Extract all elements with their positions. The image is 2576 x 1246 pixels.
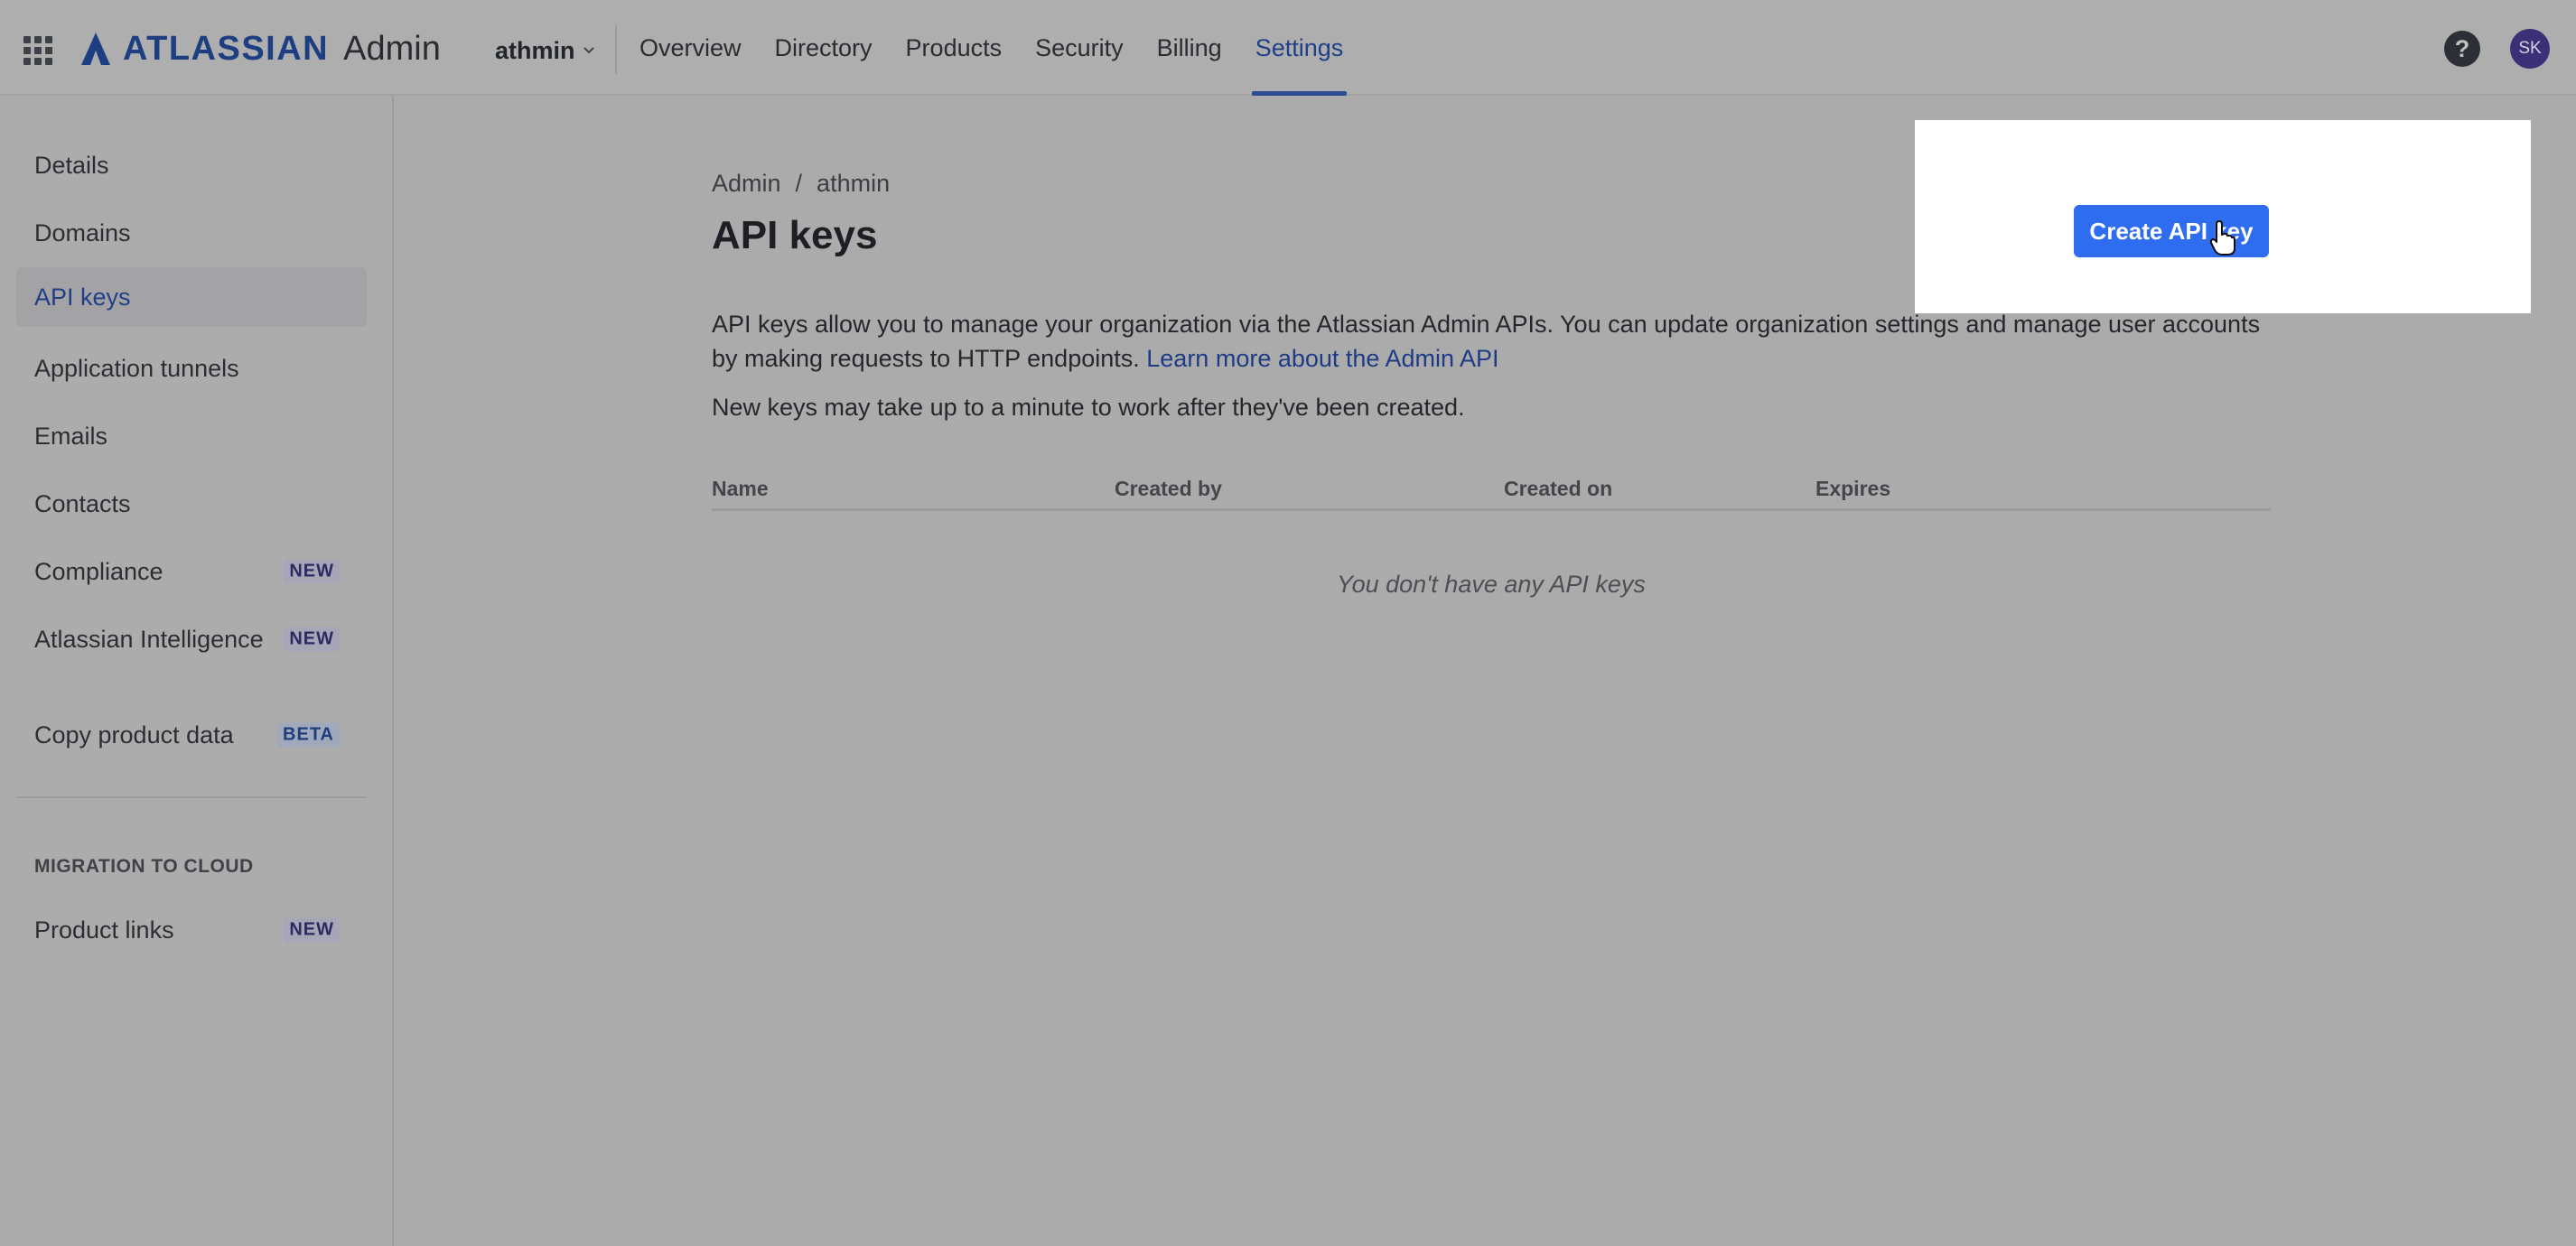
- org-switcher[interactable]: athmin: [495, 33, 595, 69]
- org-name: athmin: [495, 36, 575, 64]
- app-switcher-icon[interactable]: [23, 36, 52, 65]
- nav-billing[interactable]: Billing: [1157, 0, 1222, 96]
- sidebar-section-title: MIGRATION TO CLOUD: [34, 856, 254, 877]
- chevron-down-icon: [583, 47, 594, 54]
- column-name: Name: [712, 477, 769, 500]
- new-badge: NEW: [284, 917, 340, 943]
- sidebar-item-compliance[interactable]: Compliance NEW: [16, 542, 367, 601]
- top-navigation: ATLASSIAN Admin athmin Overview Director…: [0, 0, 2576, 96]
- sidebar-item-copy-product-data[interactable]: Copy product data BETA: [16, 705, 367, 765]
- breadcrumb: Admin / athmin: [712, 170, 890, 198]
- help-icon[interactable]: ?: [2444, 31, 2480, 67]
- column-expires: Expires: [1815, 477, 1891, 500]
- sidebar-item-application-tunnels[interactable]: Application tunnels: [16, 339, 367, 398]
- admin-page: ATLASSIAN Admin athmin Overview Director…: [0, 0, 2576, 1246]
- page-description: API keys allow you to manage your organi…: [712, 307, 2283, 376]
- empty-state-message: You don't have any API keys: [1337, 571, 1646, 598]
- nav-products[interactable]: Products: [906, 0, 1003, 96]
- propagation-note: New keys may take up to a minute to work…: [712, 394, 1465, 421]
- sidebar-divider: [16, 796, 367, 798]
- sidebar-item-label: Copy product data: [34, 721, 234, 749]
- new-badge: NEW: [284, 627, 340, 652]
- column-created-by: Created by: [1115, 477, 1222, 500]
- hand-pointer-icon: [2209, 220, 2235, 256]
- sidebar-item-label: API keys: [34, 283, 131, 311]
- atlassian-admin-logo[interactable]: ATLASSIAN Admin: [79, 27, 441, 70]
- breadcrumb-separator: /: [795, 170, 803, 197]
- sidebar-item-label: Product links: [34, 916, 174, 944]
- sidebar-item-label: Application tunnels: [34, 354, 239, 382]
- sidebar-item-label: Details: [34, 151, 109, 179]
- sidebar-item-label: Emails: [34, 422, 108, 450]
- sidebar-item-domains[interactable]: Domains: [16, 203, 367, 263]
- main-nav: Overview Directory Products Security Bil…: [639, 0, 1377, 96]
- sidebar-item-contacts[interactable]: Contacts: [16, 474, 367, 534]
- nav-directory[interactable]: Directory: [775, 0, 873, 96]
- learn-more-link[interactable]: Learn more about the Admin API: [1146, 345, 1498, 372]
- nav-overview[interactable]: Overview: [639, 0, 742, 96]
- nav-settings[interactable]: Settings: [1251, 0, 1347, 96]
- page-title: API keys: [712, 213, 878, 257]
- api-keys-table-header: Name Created by Created on Expires: [712, 471, 2271, 511]
- breadcrumb-admin[interactable]: Admin: [712, 170, 781, 198]
- new-badge: NEW: [284, 559, 340, 584]
- sidebar-item-details[interactable]: Details: [16, 135, 367, 195]
- column-created-on: Created on: [1504, 477, 1613, 500]
- sidebar-item-label: Contacts: [34, 489, 131, 517]
- sidebar-item-label: Atlassian Intelligence: [34, 625, 264, 653]
- logo-text: ATLASSIAN: [123, 29, 330, 68]
- sidebar-item-atlassian-intelligence[interactable]: Atlassian Intelligence NEW: [16, 609, 367, 669]
- nav-security[interactable]: Security: [1035, 0, 1124, 96]
- avatar[interactable]: SK: [2510, 29, 2550, 69]
- sidebar-item-product-links[interactable]: Product links NEW: [16, 900, 367, 960]
- beta-badge: BETA: [277, 722, 340, 748]
- sidebar-item-label: Domains: [34, 219, 131, 246]
- create-api-key-button[interactable]: Create API key: [2074, 205, 2269, 257]
- sidebar-item-api-keys[interactable]: API keys: [16, 267, 367, 327]
- nav-divider: [615, 25, 617, 74]
- breadcrumb-org[interactable]: athmin: [817, 170, 890, 198]
- logo-suffix: Admin: [343, 29, 441, 68]
- sidebar-item-label: Compliance: [34, 557, 163, 585]
- atlassian-logo-icon: [81, 33, 110, 65]
- sidebar-item-emails[interactable]: Emails: [16, 406, 367, 466]
- settings-sidebar: Details Domains API keys Application tun…: [0, 96, 394, 1246]
